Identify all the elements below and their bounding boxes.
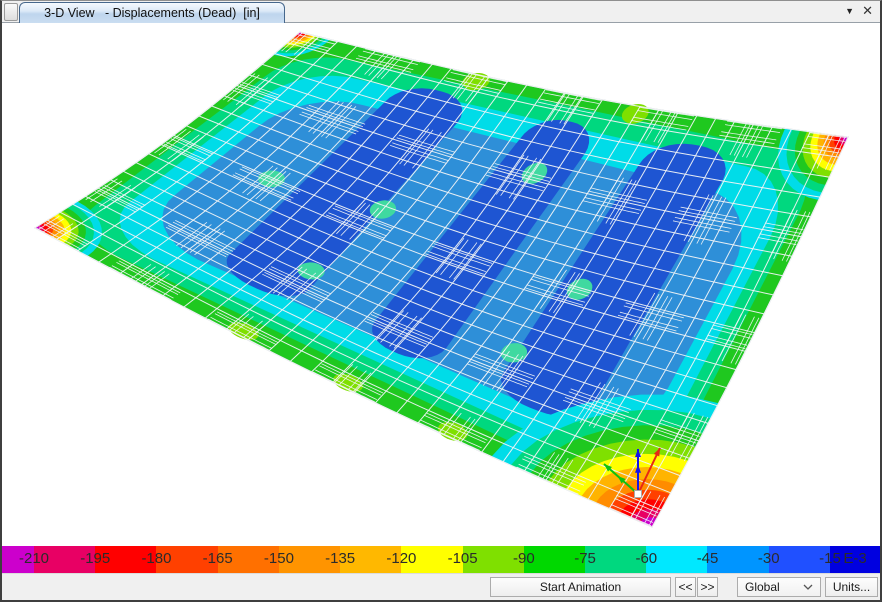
title-bar: 3-D View - Displacements (Dead) [in] ▼ ✕ [2,1,880,23]
view-canvas[interactable] [2,23,880,546]
legend-exponent-label: E-3 [843,550,866,567]
legend-value-label: -120 [386,550,416,567]
step-back-button[interactable]: << [675,577,696,597]
contour-legend: -210 -195 -180 -165 -150 -135 -120 -105 -90 -75 -6… [2,546,880,573]
start-animation-button[interactable]: Start Animation [490,577,671,597]
app-window: 3-D View - Displacements (Dead) [in] ▼ ✕… [0,0,882,602]
legend-value-label: -180 [141,550,171,567]
step-forward-button[interactable]: >> [697,577,718,597]
legend-value-label: -30 [758,550,780,567]
legend-value-label: -45 [697,550,719,567]
legend-value-label: -15 [819,550,841,567]
view-tab-title: 3-D View - Displacements (Dead) [in] [44,6,260,20]
view-tab[interactable]: 3-D View - Displacements (Dead) [in] [19,2,285,23]
units-button[interactable]: Units... [825,577,878,597]
bottom-toolbar: Start Animation << >> Global Units... [2,573,880,600]
tab-corner-box [4,3,18,21]
legend-value-label: -105 [448,550,478,567]
csys-selected-value: Global [745,580,780,594]
legend-value-label: -60 [635,550,657,567]
plot-3d-surface [2,23,880,546]
legend-value-label: -195 [80,550,110,567]
legend-value-label: -150 [264,550,294,567]
legend-value-label: -210 [19,550,49,567]
chevron-down-icon [803,584,813,591]
legend-value-label: -165 [203,550,233,567]
close-icon[interactable]: ✕ [862,4,873,17]
legend-value-label: -135 [325,550,355,567]
csys-select[interactable]: Global [737,577,821,597]
legend-value-label: -90 [513,550,535,567]
caret-down-icon[interactable]: ▼ [845,7,854,16]
legend-value-label: -75 [574,550,596,567]
